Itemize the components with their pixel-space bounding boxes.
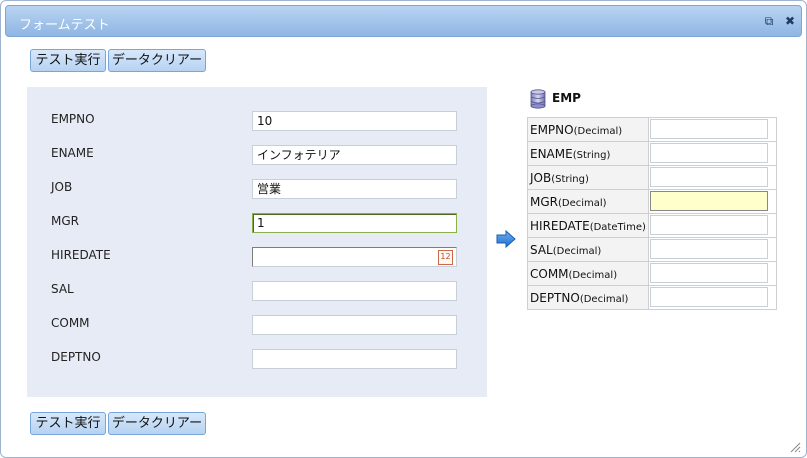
table-row: JOB(String) [527, 165, 778, 190]
emp-field-label: HIREDATE(DateTime) [527, 213, 649, 238]
field-name: ENAME [530, 146, 573, 161]
popout-icon[interactable]: ⧉ [762, 14, 776, 28]
sal-cell-input[interactable] [649, 239, 768, 259]
emp-value-cell[interactable] [647, 237, 778, 262]
field-name: MGR [530, 194, 558, 209]
arrow-right-icon [496, 230, 516, 248]
emp-value-cell[interactable] [647, 285, 778, 310]
empno-cell-input[interactable] [649, 119, 768, 139]
field-type: (Decimal) [558, 197, 607, 209]
ename-field[interactable]: インフォテリア [252, 145, 457, 165]
hiredate-cell-input[interactable] [649, 215, 768, 235]
comm-cell-input[interactable] [649, 263, 768, 283]
clear-data-button-bottom[interactable]: データクリアー [108, 412, 206, 435]
field-name: EMPNO [530, 122, 574, 137]
emp-field-label: COMM(Decimal) [527, 261, 649, 286]
table-row: COMM(Decimal) [527, 261, 778, 286]
emp-value-cell[interactable] [647, 261, 778, 286]
emp-field-label: SAL(Decimal) [527, 237, 649, 262]
deptno-label: DEPTNO [51, 350, 101, 364]
run-test-button[interactable]: テスト実行 [30, 49, 106, 72]
table-row: MGR(Decimal) [527, 189, 778, 214]
emp-value-cell[interactable] [647, 117, 778, 142]
emp-value-cell[interactable] [647, 165, 778, 190]
mgr-label: MGR [51, 214, 79, 228]
field-type: (String) [551, 173, 589, 185]
table-row: HIREDATE(DateTime) [527, 213, 778, 238]
table-row: DEPTNO(Decimal) [527, 285, 778, 310]
field-type: (DateTime) [589, 221, 646, 233]
mgr-field[interactable]: 1 [252, 213, 457, 233]
run-test-button-bottom[interactable]: テスト実行 [30, 412, 106, 435]
form-test-window: フォームテスト ⧉ ✖ テスト実行 データクリアー EMPNO 10 ENAME… [0, 0, 807, 458]
field-name: SAL [530, 242, 553, 257]
window-titlebar[interactable]: フォームテスト ⧉ ✖ [5, 5, 802, 37]
field-name: DEPTNO [530, 290, 580, 305]
job-field[interactable]: 営業 [252, 179, 457, 199]
emp-value-cell[interactable] [647, 141, 778, 166]
window-title: フォームテスト [19, 18, 110, 33]
emp-field-label: DEPTNO(Decimal) [527, 285, 649, 310]
field-type: (Decimal) [573, 125, 623, 137]
hiredate-label: HIREDATE [51, 248, 111, 262]
ename-label: ENAME [51, 146, 94, 160]
table-row: SAL(Decimal) [527, 237, 778, 262]
hiredate-field[interactable]: 12 [252, 247, 457, 267]
job-label: JOB [51, 180, 73, 194]
calendar-icon[interactable]: 12 [438, 250, 453, 265]
field-type: (Decimal) [568, 269, 618, 281]
empno-label: EMPNO [51, 112, 95, 126]
empno-field[interactable]: 10 [252, 111, 457, 131]
close-icon[interactable]: ✖ [783, 14, 797, 28]
deptno-cell-input[interactable] [649, 287, 768, 307]
field-type: (String) [572, 149, 611, 161]
field-type: (Decimal) [552, 245, 602, 257]
ename-cell-input[interactable] [649, 143, 768, 163]
comm-label: COMM [51, 316, 90, 330]
emp-title: EMP [552, 91, 581, 105]
emp-value-cell[interactable] [647, 189, 778, 214]
emp-table: EMPNO(Decimal) ENAME(String) JOB(String)… [527, 117, 778, 310]
sal-field[interactable] [252, 281, 457, 301]
emp-field-label: JOB(String) [527, 165, 649, 190]
field-name: JOB [530, 170, 552, 185]
field-type: (Decimal) [579, 293, 629, 305]
comm-field[interactable] [252, 315, 457, 335]
form-panel: EMPNO 10 ENAME インフォテリア JOB 営業 MGR 1 HIRE… [27, 87, 487, 397]
database-icon [530, 89, 546, 109]
field-name: COMM [530, 266, 569, 281]
emp-value-cell[interactable] [647, 213, 778, 238]
emp-field-label: MGR(Decimal) [527, 189, 649, 214]
deptno-field[interactable] [252, 349, 457, 369]
emp-field-label: ENAME(String) [527, 141, 649, 166]
mgr-cell-input[interactable] [649, 191, 768, 211]
emp-field-label: EMPNO(Decimal) [527, 117, 649, 142]
sal-label: SAL [51, 282, 74, 296]
clear-data-button[interactable]: データクリアー [108, 49, 206, 72]
table-row: ENAME(String) [527, 141, 778, 166]
field-name: HIREDATE [530, 218, 590, 233]
resize-grip-icon[interactable] [789, 441, 801, 453]
job-cell-input[interactable] [649, 167, 768, 187]
table-row: EMPNO(Decimal) [527, 117, 778, 142]
